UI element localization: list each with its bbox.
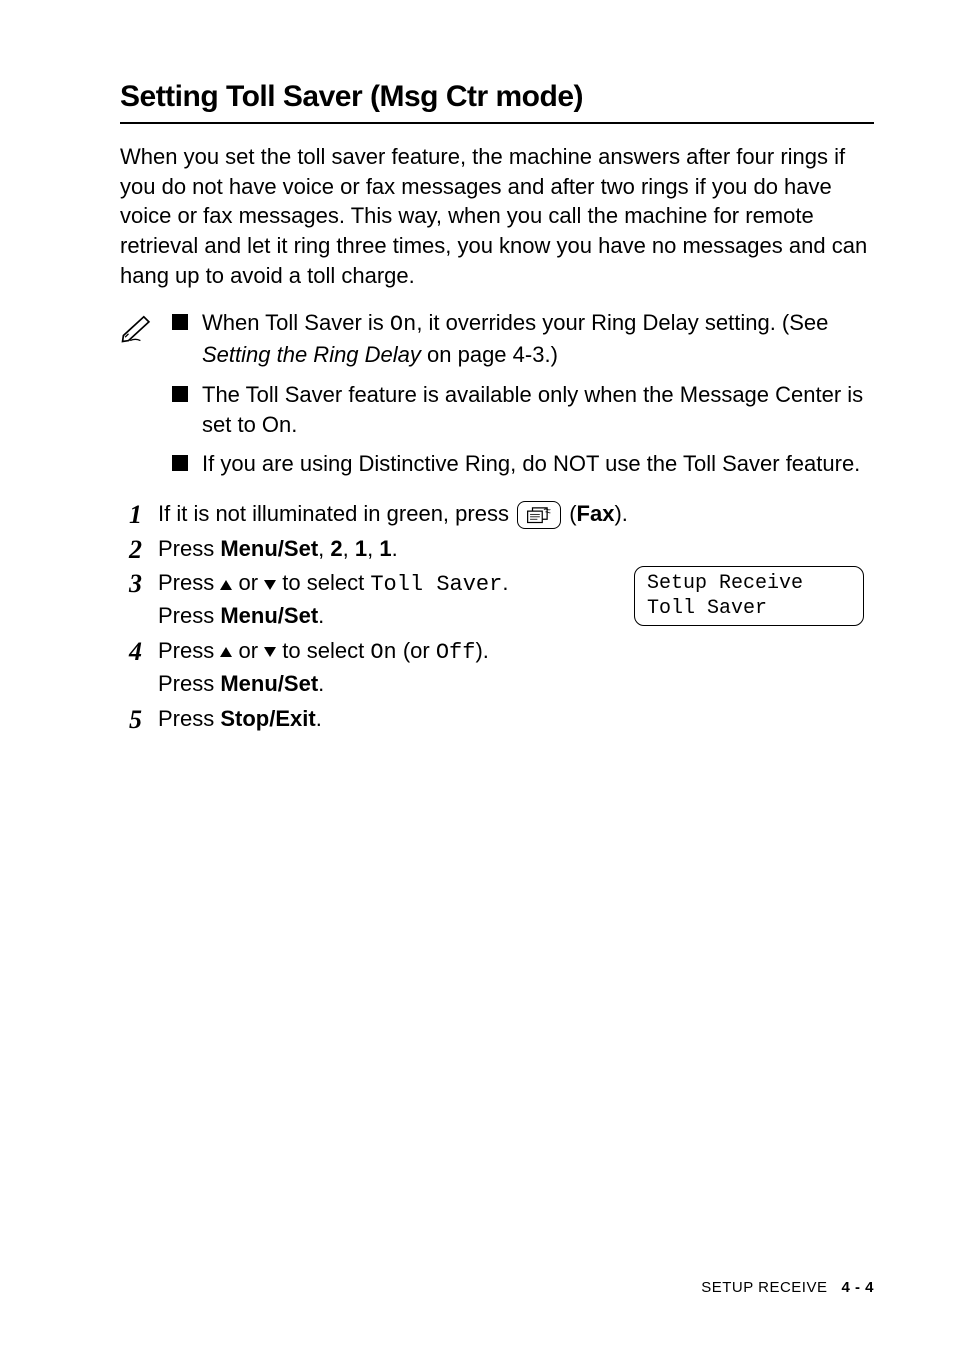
text: ). (475, 638, 488, 663)
text: to select (276, 570, 370, 595)
step-5: 5 Press Stop/Exit. (120, 704, 874, 735)
text: or (232, 638, 264, 663)
note-bullet-list: When Toll Saver is On, it overrides your… (172, 308, 874, 488)
step-2: 2 Press Menu/Set, 2, 1, 1. (120, 534, 874, 565)
text: , (318, 536, 330, 561)
step-4: 4 Press or to select On (or Off). Press … (120, 636, 874, 700)
key-menu-set: Menu/Set (220, 671, 318, 696)
heading-rule (120, 122, 874, 124)
note-bullet-1-text: When Toll Saver is On, it overrides your… (202, 308, 874, 369)
text: Press (158, 671, 220, 696)
lcd-line-1: Setup Receive (647, 571, 851, 596)
step-1: 1 If it is not illuminated in green, pre… (120, 499, 874, 530)
code-off: Off (436, 640, 476, 665)
step-1-body: If it is not illuminated in green, press… (158, 499, 874, 530)
text: , it overrides your Ring Delay setting. … (416, 310, 828, 335)
key-stop-exit: Stop/Exit (220, 706, 315, 731)
arrow-down-icon (264, 647, 276, 657)
step-3: 3 Press or to select Toll Saver. Press M… (120, 568, 874, 632)
arrow-down-icon (264, 580, 276, 590)
code-toll-saver: Toll Saver (370, 572, 502, 597)
text: ). (614, 501, 627, 526)
key-2: 2 (330, 536, 342, 561)
arrow-up-icon (220, 580, 232, 590)
step-2-body: Press Menu/Set, 2, 1, 1. (158, 534, 874, 565)
fax-label: Fax (577, 501, 615, 526)
text: . (318, 603, 324, 628)
key-1b: 1 (379, 536, 391, 561)
text: . (392, 536, 398, 561)
fax-key-icon (517, 501, 561, 529)
key-menu-set: Menu/Set (220, 536, 318, 561)
text: . (502, 570, 508, 595)
text: on page 4-3.) (421, 342, 558, 367)
text: or (232, 570, 264, 595)
text: , (343, 536, 355, 561)
key-1: 1 (355, 536, 367, 561)
text: ( (569, 501, 576, 526)
bullet-icon (172, 314, 188, 330)
footer-page-number: 4 - 4 (841, 1279, 874, 1296)
code-on: On (370, 640, 396, 665)
text: Press (158, 603, 220, 628)
lcd-display: Setup Receive Toll Saver (634, 566, 864, 626)
note-bullet-2-text: The Toll Saver feature is available only… (202, 380, 874, 439)
text: (or (397, 638, 436, 663)
step-number: 5 (120, 704, 142, 735)
text: Press (158, 536, 220, 561)
note-bullet-1: When Toll Saver is On, it overrides your… (172, 308, 874, 369)
lcd-line-2: Toll Saver (647, 596, 851, 621)
text: , (367, 536, 379, 561)
step-number: 3 (120, 568, 142, 599)
bullet-icon (172, 455, 188, 471)
step-number: 4 (120, 636, 142, 667)
text: When Toll Saver is (202, 310, 390, 335)
arrow-up-icon (220, 647, 232, 657)
key-menu-set: Menu/Set (220, 603, 318, 628)
code-on: On (390, 312, 416, 337)
step-5-body: Press Stop/Exit. (158, 704, 874, 735)
text: . (318, 671, 324, 696)
text: Press (158, 706, 220, 731)
steps-list: 1 If it is not illuminated in green, pre… (120, 499, 874, 735)
text: Press (158, 638, 220, 663)
note-block: When Toll Saver is On, it overrides your… (120, 308, 874, 488)
ref-italic: Setting the Ring Delay (202, 342, 421, 367)
step-number: 1 (120, 499, 142, 530)
intro-paragraph: When you set the toll saver feature, the… (120, 142, 874, 290)
note-icon (120, 308, 160, 488)
footer-section: SETUP RECEIVE (701, 1279, 827, 1296)
text: . (316, 706, 322, 731)
bullet-icon (172, 386, 188, 402)
note-bullet-3: If you are using Distinctive Ring, do NO… (172, 449, 874, 479)
note-bullet-2: The Toll Saver feature is available only… (172, 380, 874, 439)
page-heading: Setting Toll Saver (Msg Ctr mode) (120, 80, 874, 114)
text: If it is not illuminated in green, press (158, 501, 515, 526)
page-footer: SETUP RECEIVE 4 - 4 (701, 1279, 874, 1296)
step-4-body: Press or to select On (or Off). Press Me… (158, 636, 874, 700)
step-number: 2 (120, 534, 142, 565)
text: to select (276, 638, 370, 663)
text: Press (158, 570, 220, 595)
note-bullet-3-text: If you are using Distinctive Ring, do NO… (202, 449, 874, 479)
